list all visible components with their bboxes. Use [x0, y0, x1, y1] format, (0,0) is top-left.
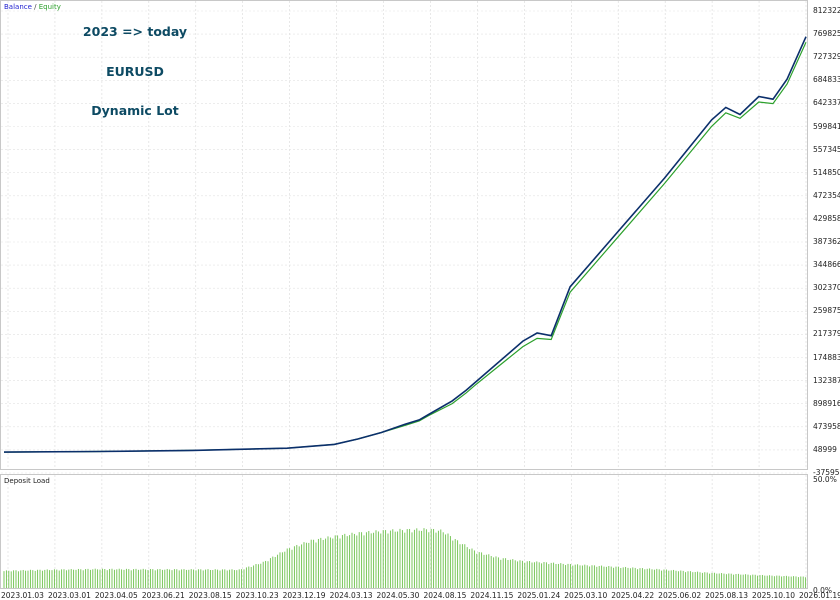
y-tick-label: 4298584: [813, 213, 840, 223]
x-tick-label: 2025.08.13: [705, 591, 749, 600]
x-tick-label: 2025.10.10: [752, 591, 795, 600]
x-tick-label: 2023.10.23: [235, 591, 279, 600]
x-tick-label: 2023.08.15: [188, 591, 232, 600]
y-tick-label: 2598750: [813, 306, 840, 316]
annotation-symbol: EURUSD: [106, 64, 164, 79]
balance-line: [3, 36, 807, 453]
y-tick-label: 1748833: [813, 352, 840, 362]
y-tick-label: 4723542: [813, 190, 840, 200]
x-tick-label: 2024.11.15: [470, 591, 514, 600]
annotation-lot: Dynamic Lot: [91, 103, 179, 118]
y-tick-label: 2173791: [813, 329, 840, 339]
x-tick-label: 2026.01.19: [799, 591, 840, 600]
y-tick-label: -375959: [813, 468, 840, 477]
y-tick-label: 6848335: [813, 75, 840, 85]
x-tick-label: 2023.06.21: [141, 591, 185, 600]
y-tick-label: 3873625: [813, 237, 840, 246]
x-tick-label: 2025.06.02: [658, 591, 702, 600]
x-tick-label: 2023.04.05: [94, 591, 138, 600]
x-tick-label: 2023.12.19: [282, 591, 326, 600]
y-tick-label: 7273293: [813, 52, 840, 62]
y-tick-label: 3448667: [813, 260, 840, 270]
deposit-load-title: Deposit Load: [4, 477, 50, 485]
x-tick-label: 2024.08.15: [423, 591, 467, 600]
x-tick-label: 2024.05.30: [376, 591, 420, 600]
annotation-period: 2023 => today: [82, 24, 188, 39]
legend-equity: Equity: [38, 3, 61, 11]
y-tick-label: 5148501: [813, 167, 840, 177]
y-tick-label: 48999: [813, 444, 837, 454]
y-tick-label: 5573459: [813, 144, 840, 154]
y-tick-label: 1323875: [813, 375, 840, 385]
y-tick-label: 898916: [813, 398, 840, 408]
y-tick-label: 3023708: [813, 283, 840, 293]
x-tick-label: 2025.04.22: [611, 591, 655, 600]
y-tick-label: 473958: [813, 421, 840, 431]
legend: Balance / Equity: [4, 3, 61, 11]
y-tick-label: 5998418: [813, 121, 840, 131]
x-tick-label: 2023.01.03: [1, 591, 44, 600]
x-tick-label: 2025.01.24: [517, 591, 561, 600]
legend-separator: /: [34, 3, 37, 11]
y-tick-label: 8123220: [813, 6, 840, 15]
legend-balance: Balance: [4, 3, 32, 11]
x-tick-label: 2025.03.10: [564, 591, 608, 600]
y-tick-label: 6423376: [813, 98, 840, 108]
x-tick-label: 2023.03.01: [47, 591, 91, 600]
chart-canvas: [1, 1, 807, 588]
x-tick-label: 2024.03.13: [329, 591, 373, 600]
y-tick-label: 7698252: [813, 29, 840, 39]
